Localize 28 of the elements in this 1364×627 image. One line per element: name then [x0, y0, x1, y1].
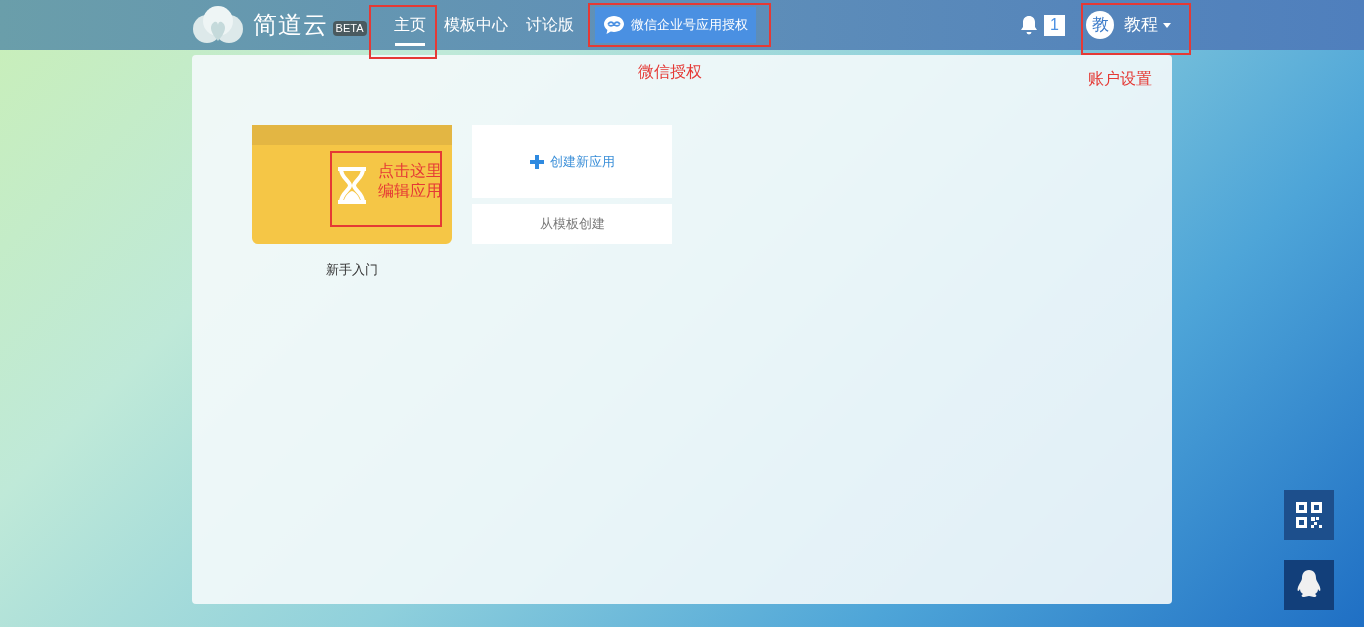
- nav-tab[interactable]: 主页: [384, 0, 435, 50]
- chat-button[interactable]: [1284, 560, 1334, 610]
- plus-icon: [529, 154, 544, 169]
- app-card[interactable]: 点击这里 编辑应用: [252, 125, 452, 244]
- caret-icon: [1163, 22, 1171, 28]
- nav-tab[interactable]: 讨论版: [516, 0, 583, 50]
- annotation-label: 账户设置: [1088, 69, 1152, 89]
- annotation-label: 点击这里: [378, 161, 442, 181]
- bell-icon[interactable]: [1020, 15, 1038, 35]
- hourglass-icon: [335, 167, 369, 204]
- template-create-button[interactable]: 从模板创建: [472, 204, 672, 244]
- beta-badge: BETA: [332, 20, 367, 36]
- chat-bubble-icon: [602, 15, 625, 35]
- wechat-auth-button[interactable]: 微信企业号应用授权: [594, 7, 756, 43]
- qr-code-button[interactable]: [1284, 490, 1334, 540]
- qr-code-icon: [1296, 502, 1322, 528]
- nav-tab[interactable]: 模板中心: [434, 0, 517, 50]
- highlight-frame: [369, 5, 437, 59]
- annotation-label: 编辑应用: [378, 181, 442, 201]
- logo-text: 简道云: [253, 10, 329, 40]
- user-menu[interactable]: 教程: [1124, 12, 1171, 38]
- app-name: 新手入门: [326, 261, 378, 279]
- create-app-button[interactable]: 创建新应用: [472, 125, 672, 198]
- annotation-label: 微信授权: [638, 62, 702, 82]
- notification-count: 1: [1044, 14, 1065, 36]
- penguin-icon: [1296, 570, 1322, 600]
- cloud-logo-icon: [191, 5, 245, 45]
- user-avatar[interactable]: 教: [1086, 11, 1114, 39]
